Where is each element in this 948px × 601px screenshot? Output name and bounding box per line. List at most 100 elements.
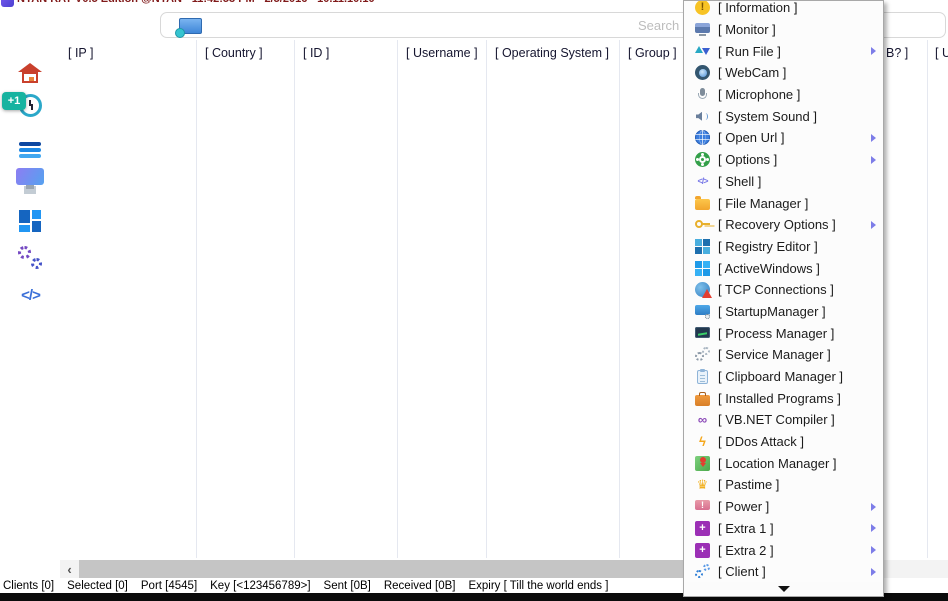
clipboard-manager-icon <box>697 370 708 384</box>
table-column[interactable]: [ Group ] <box>620 40 690 558</box>
status-segment: Clients [0] <box>3 580 54 592</box>
gears-icon[interactable] <box>17 244 44 271</box>
menu-item-label: [ Client ] <box>718 564 766 579</box>
menu-item[interactable]: [ ActiveWindows ] <box>684 257 883 279</box>
table-column[interactable]: [ Username ] <box>398 40 487 558</box>
menu-item-label: [ ActiveWindows ] <box>718 261 820 276</box>
status-segment: Received [0B] <box>384 580 456 592</box>
table-column[interactable]: [ ID ] <box>295 40 398 558</box>
menu-item[interactable]: [ Options ] <box>684 149 883 171</box>
menu-item-label: [ Open Url ] <box>718 130 784 145</box>
menu-item[interactable]: [ WebCam ] <box>684 62 883 84</box>
menu-item[interactable]: [ Run File ] <box>684 40 883 62</box>
notification-badge: +1 <box>2 92 26 110</box>
options-icon <box>695 152 710 167</box>
menu-item-label: [ Run File ] <box>718 44 781 59</box>
column-separator <box>927 40 928 558</box>
column-header-label: [ Operating System ] <box>487 40 609 60</box>
context-menu: [ Information ] [ Monitor ] [ Run File ] <box>683 0 884 597</box>
menu-item-label: [ Power ] <box>718 499 769 514</box>
status-segment: Expiry [ Till the world ends ] <box>468 580 608 592</box>
app-window: NYAN RAT V0.5 Edition @NYAN - 11:42:53 P… <box>0 0 948 601</box>
submenu-arrow-icon <box>871 134 876 142</box>
menu-item-label: [ Clipboard Manager ] <box>718 369 843 384</box>
menu-item[interactable]: [ DDos Attack ] <box>684 431 883 453</box>
menu-scroll-down-icon[interactable] <box>685 582 882 595</box>
menu-item[interactable]: [ Process Manager ] <box>684 322 883 344</box>
submenu-arrow-icon <box>871 221 876 229</box>
list-bars-icon[interactable] <box>17 137 44 164</box>
menu-item[interactable]: [ Installed Programs ] <box>684 387 883 409</box>
startup-manager-icon <box>695 304 710 319</box>
column-header-label: [ ID ] <box>295 40 329 60</box>
menu-item[interactable]: [ System Sound ] <box>684 105 883 127</box>
recovery-options-icon <box>695 217 710 232</box>
search-placeholder: Search <box>638 18 679 33</box>
hscrollbar-left-arrow[interactable]: ‹ <box>60 560 79 578</box>
menu-item[interactable]: [ File Manager ] <box>684 192 883 214</box>
status-segment: Port [4545] <box>141 580 197 592</box>
submenu-arrow-icon <box>871 156 876 164</box>
table-column[interactable]: [ Operating System ] <box>487 40 620 558</box>
menu-item[interactable]: [ Registry Editor ] <box>684 236 883 258</box>
menu-item[interactable]: [ Power ] <box>684 496 883 518</box>
hscrollbar-thumb[interactable] <box>79 560 691 578</box>
menu-item[interactable]: [ VB.NET Compiler ] <box>684 409 883 431</box>
dashboard-grid-icon[interactable] <box>17 208 44 235</box>
menu-item[interactable]: [ Client ] <box>684 561 883 583</box>
menu-item-label: [ Service Manager ] <box>718 347 831 362</box>
extra-2-icon <box>695 543 710 558</box>
menu-item-label: [ StartupManager ] <box>718 304 826 319</box>
run-file-icon <box>695 44 710 59</box>
submenu-arrow-icon <box>871 47 876 55</box>
menu-item[interactable]: [ Shell ] <box>684 171 883 193</box>
window-title: NYAN RAT V0.5 Edition @NYAN - 11:42:53 P… <box>17 0 375 5</box>
menu-item[interactable]: [ Extra 2 ] <box>684 539 883 561</box>
table-column[interactable]: [ IP ] <box>60 40 197 558</box>
tcp-connections-icon <box>695 282 710 297</box>
menu-item[interactable]: [ StartupManager ] <box>684 301 883 323</box>
menu-item-label: [ Microphone ] <box>718 87 800 102</box>
menu-item[interactable]: [ Clipboard Manager ] <box>684 366 883 388</box>
client-icon <box>695 564 710 579</box>
menu-item[interactable]: [ Open Url ] <box>684 127 883 149</box>
menu-item-label: [ Location Manager ] <box>718 456 837 471</box>
location-manager-icon <box>695 456 710 471</box>
menu-item-label: [ Information ] <box>718 0 797 15</box>
menu-item-label: [ WebCam ] <box>718 65 786 80</box>
menu-item[interactable]: [ Location Manager ] <box>684 452 883 474</box>
menu-item-label: [ Registry Editor ] <box>718 239 818 254</box>
column-header-fragment[interactable]: [ U <box>935 46 948 60</box>
menu-item[interactable]: [ TCP Connections ] <box>684 279 883 301</box>
menu-item[interactable]: [ Information ] <box>684 0 883 19</box>
column-header-fragment[interactable]: B? ] <box>886 46 908 60</box>
monitor-icon <box>695 22 710 37</box>
menu-item[interactable]: [ Monitor ] <box>684 19 883 41</box>
menu-item[interactable]: [ Extra 1 ] <box>684 518 883 540</box>
menu-item[interactable]: [ Service Manager ] <box>684 344 883 366</box>
home-icon[interactable] <box>17 62 44 89</box>
system-sound-icon <box>695 109 710 124</box>
process-manager-icon <box>695 326 710 341</box>
active-windows-icon <box>695 261 710 276</box>
installed-programs-icon <box>695 395 710 406</box>
submenu-arrow-icon <box>871 568 876 576</box>
menu-item[interactable]: [ Recovery Options ] <box>684 214 883 236</box>
status-segment: Sent [0B] <box>324 580 371 592</box>
menu-item[interactable]: [ Microphone ] <box>684 84 883 106</box>
pastime-icon <box>695 477 710 492</box>
column-header-label: [ Country ] <box>197 40 263 60</box>
information-icon <box>695 0 710 15</box>
menu-item-label: [ Pastime ] <box>718 477 779 492</box>
menu-item-label: [ File Manager ] <box>718 196 808 211</box>
table-column[interactable]: [ Country ] <box>197 40 295 558</box>
microphone-icon <box>695 87 710 102</box>
menu-item-label: [ DDos Attack ] <box>718 434 804 449</box>
monitor-screen-icon[interactable] <box>17 166 44 193</box>
menu-item[interactable]: [ Pastime ] <box>684 474 883 496</box>
column-header-label: [ IP ] <box>60 40 93 60</box>
menu-item-label: [ Monitor ] <box>718 22 776 37</box>
open-url-icon <box>695 130 710 145</box>
code-icon[interactable] <box>17 282 44 309</box>
menu-item-label: [ Recovery Options ] <box>718 217 836 232</box>
